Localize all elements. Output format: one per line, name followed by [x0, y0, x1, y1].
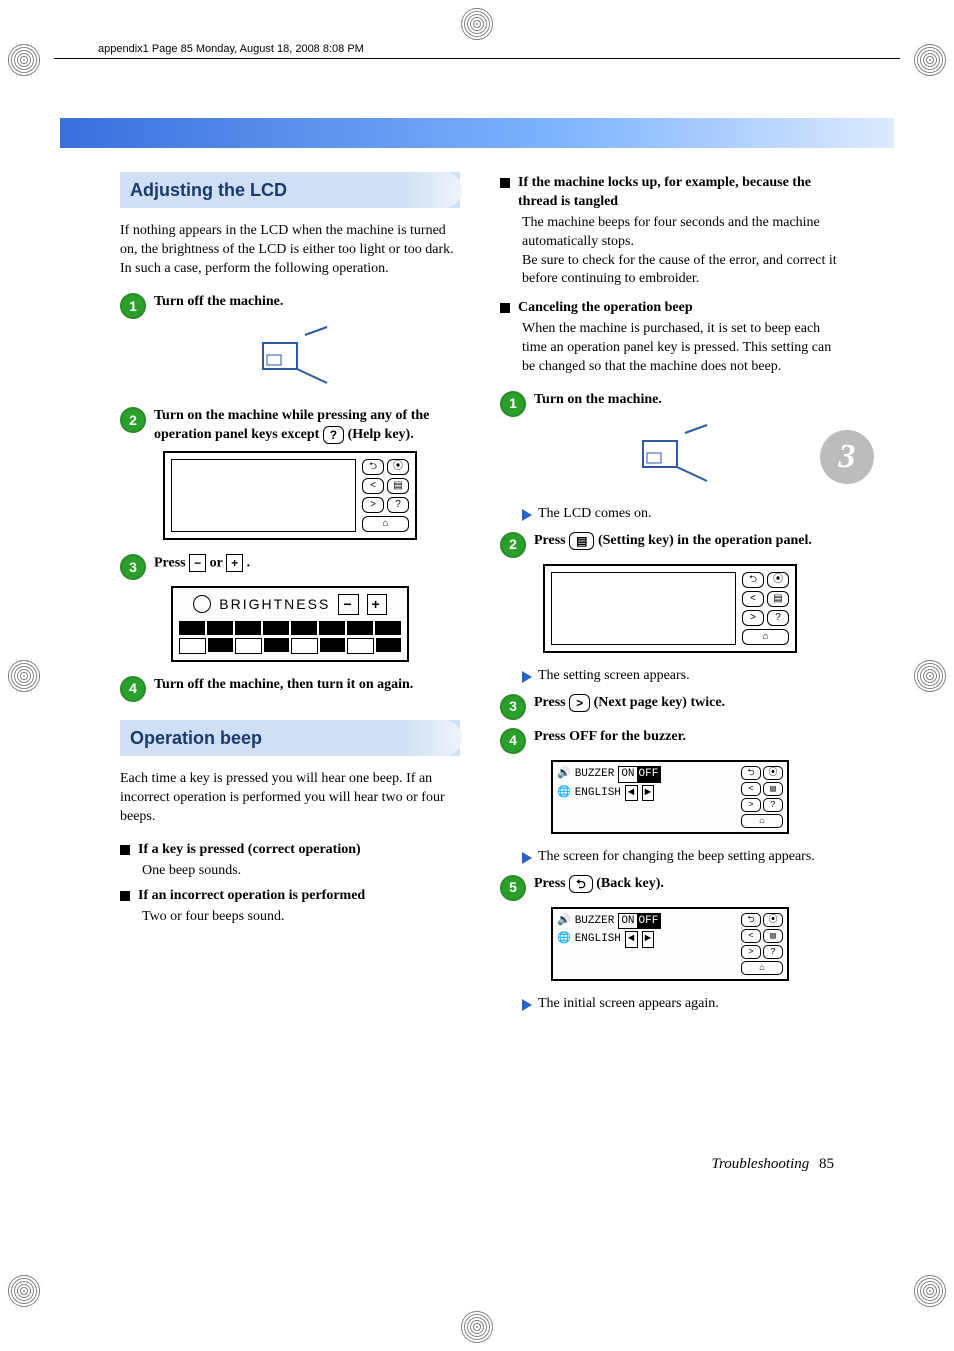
bullet-body: When the machine is purchased, it is set… — [522, 320, 840, 377]
next-page-key-icon: > — [569, 694, 590, 712]
buzzer-off-illustration-2: 🔊 BUZZER ONOFF 🌐 ENGLISH ◄► ⮌⦿<▤>?⌂ — [551, 907, 789, 981]
crop-mark — [6, 1273, 42, 1309]
left-column: Adjusting the LCD If nothing appears in … — [120, 168, 460, 1017]
page-header-text: appendix1 Page 85 Monday, August 18, 200… — [98, 43, 364, 55]
result-arrow-icon — [522, 999, 532, 1011]
r-step-1: 1 Turn on the machine. — [500, 391, 840, 417]
panel-illustration: ⮌⦿ <▤ >? ⌂ — [163, 451, 417, 540]
on-off-toggle: ONOFF — [618, 766, 661, 783]
right-arrow-icon: ► — [642, 785, 655, 802]
square-bullet-icon — [120, 845, 130, 855]
step-number-icon: 5 — [500, 875, 526, 901]
crop-mark — [912, 42, 948, 78]
result-arrow-icon — [522, 671, 532, 683]
step-number-icon: 3 — [120, 554, 146, 580]
step-number-icon: 1 — [500, 391, 526, 417]
bullet-body: One beep sounds. — [142, 862, 460, 881]
panel-keys-icon: ⮌⦿<▤>?⌂ — [741, 913, 783, 975]
panel-illustration: ⮌⦿ <▤ >? ⌂ — [543, 564, 797, 653]
result-arrow-icon — [522, 509, 532, 521]
r-step-4: 4 Press OFF for the buzzer. — [500, 728, 840, 754]
crop-mark — [6, 658, 42, 694]
speaker-icon: 🔊 — [557, 914, 571, 929]
on-off-toggle: ONOFF — [618, 913, 661, 930]
crop-mark — [912, 658, 948, 694]
panel-keys-icon: ⮌⦿ <▤ >? ⌂ — [362, 459, 409, 532]
crop-mark — [459, 6, 495, 42]
bullet-correct-operation: If a key is pressed (correct operation) — [120, 841, 460, 860]
section-intro: Each time a key is pressed you will hear… — [120, 770, 460, 827]
crop-mark — [6, 42, 42, 78]
speaker-icon: 🔊 — [557, 767, 571, 782]
step-number-icon: 2 — [120, 407, 146, 433]
bullet-body: The machine beeps for four seconds and t… — [522, 214, 840, 252]
step-number-icon: 4 — [500, 728, 526, 754]
step-number-icon: 1 — [120, 293, 146, 319]
crop-mark — [912, 1273, 948, 1309]
right-column: If the machine locks up, for example, be… — [500, 168, 840, 1017]
r-step-3: 3 Press > (Next page key) twice. — [500, 694, 840, 720]
brightness-icon — [193, 595, 211, 613]
brightness-illustration: BRIGHTNESS − + — [171, 586, 409, 662]
step-3: 3 Press − or + . — [120, 554, 460, 580]
step-4: 4 Turn off the machine, then turn it on … — [120, 676, 460, 702]
globe-icon: 🌐 — [557, 932, 571, 947]
panel-keys-icon: ⮌⦿<▤>?⌂ — [741, 766, 783, 828]
result-beep-screen: The screen for changing the beep setting… — [522, 848, 840, 867]
bullet-incorrect-operation: If an incorrect operation is performed — [120, 887, 460, 906]
bullet-body: Be sure to check for the cause of the er… — [522, 252, 840, 290]
minus-key-icon: − — [338, 594, 358, 615]
lcd-screen-blank — [551, 572, 736, 645]
step-1: 1 Turn off the machine. — [120, 293, 460, 319]
square-bullet-icon — [500, 303, 510, 313]
section-intro: If nothing appears in the LCD when the m… — [120, 222, 460, 279]
r-step-2: 2 Press ▤ (Setting key) in the operation… — [500, 532, 840, 558]
section-heading-operation-beep: Operation beep — [120, 720, 460, 756]
globe-icon: 🌐 — [557, 786, 571, 801]
brightness-bars — [179, 638, 401, 654]
chapter-color-bar — [60, 118, 894, 148]
footer-section-label: Troubleshooting — [711, 1156, 809, 1172]
right-arrow-icon: ► — [642, 931, 655, 948]
left-arrow-icon: ◄ — [625, 931, 638, 948]
machine-off-illustration — [245, 325, 335, 395]
brightness-bars — [179, 621, 401, 635]
step-2: 2 Turn on the machine while pressing any… — [120, 407, 460, 445]
minus-key-icon: − — [189, 554, 206, 572]
section-heading-adjusting-lcd: Adjusting the LCD — [120, 172, 460, 208]
square-bullet-icon — [500, 178, 510, 188]
step-number-icon: 2 — [500, 532, 526, 558]
settings-key-icon: ▤ — [569, 532, 594, 550]
back-key-icon: ⮌ — [569, 875, 593, 893]
result-setting-screen: The setting screen appears. — [522, 667, 840, 686]
lcd-screen-blank — [171, 459, 356, 532]
page-number: 85 — [819, 1156, 834, 1172]
result-arrow-icon — [522, 852, 532, 864]
plus-key-icon: + — [367, 594, 387, 615]
page-footer: Troubleshooting 85 — [711, 1156, 834, 1173]
step-number-icon: 4 — [120, 676, 146, 702]
plus-key-icon: + — [226, 554, 243, 572]
bullet-body: Two or four beeps sound. — [142, 908, 460, 927]
panel-keys-icon: ⮌⦿ <▤ >? ⌂ — [742, 572, 789, 645]
buzzer-off-illustration: 🔊 BUZZER ONOFF 🌐 ENGLISH ◄► ⮌⦿<▤>?⌂ — [551, 760, 789, 834]
square-bullet-icon — [120, 891, 130, 901]
result-lcd-on: The LCD comes on. — [522, 505, 840, 524]
result-initial-screen: The initial screen appears again. — [522, 995, 840, 1014]
bullet-machine-locks: If the machine locks up, for example, be… — [500, 174, 840, 212]
crop-mark — [459, 1309, 495, 1345]
step-number-icon: 3 — [500, 694, 526, 720]
machine-on-illustration — [625, 423, 715, 493]
bullet-cancel-beep: Canceling the operation beep — [500, 299, 840, 318]
r-step-5: 5 Press ⮌ (Back key). — [500, 875, 840, 901]
page-header-rule: appendix1 Page 85 Monday, August 18, 200… — [54, 58, 900, 71]
help-key-icon: ? — [323, 426, 344, 444]
left-arrow-icon: ◄ — [625, 785, 638, 802]
